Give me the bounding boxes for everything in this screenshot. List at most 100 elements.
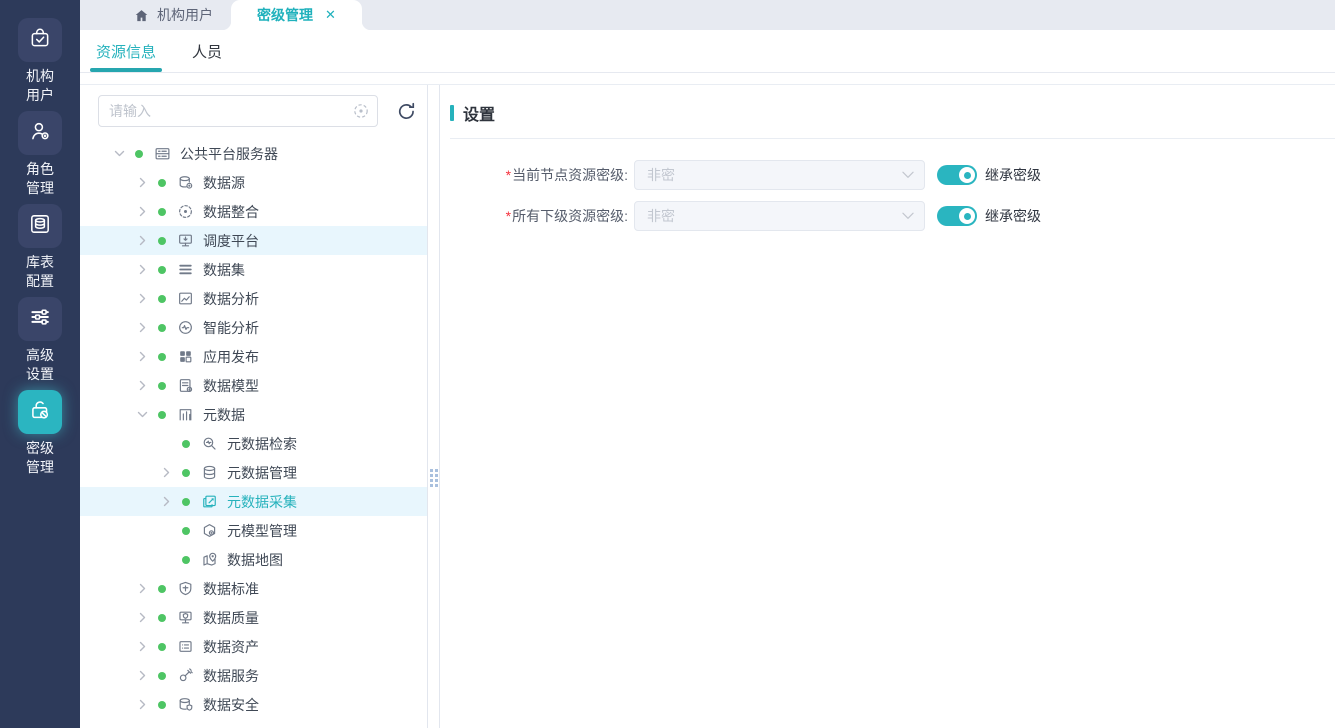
splitter-grip-icon[interactable]: [430, 469, 438, 487]
toggle-knob: [959, 167, 975, 183]
chevron-right-icon[interactable]: [133, 322, 151, 333]
settings-panel: 设置 *当前节点资源密级: 非密 继承密级 *所有下级资源密级: 非密 继承密级: [440, 85, 1335, 728]
tree-node-label: 元数据: [203, 405, 245, 425]
status-dot: [158, 382, 166, 390]
sidebar-item-security-level[interactable]: 密级 管理: [18, 390, 62, 477]
tree-node-label: 应用发布: [203, 347, 259, 367]
chevron-right-icon: [137, 293, 148, 304]
tree-node-label: 智能分析: [203, 318, 259, 338]
search-input[interactable]: [98, 95, 378, 127]
tab-security-level[interactable]: 密级管理 ✕: [231, 0, 362, 30]
tree-node[interactable]: 数据质量: [80, 603, 427, 632]
resource-tree-panel: 公共平台服务器 数据源 数据整合 调度平台 数据集 数据分析 智能分析: [80, 85, 427, 728]
chevron-down-icon: [902, 212, 914, 220]
chevron-right-icon[interactable]: [133, 699, 151, 710]
tree-node[interactable]: 数据分析: [80, 284, 427, 313]
tree-node[interactable]: 元数据检索: [80, 429, 427, 458]
sliders-icon: [28, 305, 52, 334]
tree-node[interactable]: 数据安全: [80, 690, 427, 719]
tree-node[interactable]: 公共平台服务器: [80, 139, 427, 168]
chevron-down-icon[interactable]: [133, 409, 151, 420]
tree-node[interactable]: 数据整合: [80, 197, 427, 226]
chevron-right-icon: [161, 496, 172, 507]
inherit-toggle-1[interactable]: [937, 206, 977, 226]
settings-form: *当前节点资源密级: 非密 继承密级 *所有下级资源密级: 非密 继承密级: [450, 160, 1335, 231]
tree-node[interactable]: 数据标准: [80, 574, 427, 603]
tree-node-label: 公共平台服务器: [180, 144, 278, 164]
sidebar-item-table-config[interactable]: 库表 配置: [18, 204, 62, 291]
subtab-resource-info[interactable]: 资源信息: [96, 30, 156, 72]
tree-node-label: 数据源: [203, 173, 245, 193]
chevron-right-icon[interactable]: [133, 670, 151, 681]
sidebar-item-advanced-settings[interactable]: 高级 设置: [18, 297, 62, 384]
tree-node-label: 数据资产: [203, 637, 259, 657]
tree-node[interactable]: 元数据管理: [80, 458, 427, 487]
tree-node-label: 数据集: [203, 260, 245, 280]
tree-node[interactable]: 调度平台: [80, 226, 427, 255]
sidebar-item-role-mgmt[interactable]: 角色 管理: [18, 111, 62, 198]
chevron-down-icon[interactable]: [110, 148, 128, 159]
sidebar-tile[interactable]: [18, 111, 62, 155]
field-label: *当前节点资源密级:: [450, 165, 628, 185]
chevron-right-icon[interactable]: [133, 612, 151, 623]
tree-node[interactable]: 智能分析: [80, 313, 427, 342]
locate-target-icon[interactable]: [352, 102, 370, 120]
briefcase-check-icon: [28, 26, 52, 55]
panel-splitter[interactable]: [427, 85, 440, 728]
tree-node[interactable]: 数据服务: [80, 661, 427, 690]
refresh-button[interactable]: [395, 100, 417, 122]
tree-node-label: 数据地图: [227, 550, 283, 570]
chevron-right-icon[interactable]: [133, 264, 151, 275]
tree-node[interactable]: 数据资产: [80, 632, 427, 661]
subtab-personnel[interactable]: 人员: [192, 30, 222, 72]
chevron-right-icon[interactable]: [133, 235, 151, 246]
app-root: 机构 用户 角色 管理 库表 配置 高级 设置 密级 管理 机构用户 密级管理 …: [0, 0, 1335, 728]
required-asterisk: *: [506, 208, 511, 224]
sidebar-item-org-user[interactable]: 机构 用户: [18, 18, 62, 105]
settings-title: 设置: [463, 101, 495, 125]
tree-node[interactable]: 数据集: [80, 255, 427, 284]
security-level-select-1[interactable]: 非密: [634, 201, 925, 231]
status-dot: [182, 440, 190, 448]
tree-node[interactable]: 元数据: [80, 400, 427, 429]
sidebar-tile[interactable]: [18, 204, 62, 248]
chevron-right-icon[interactable]: [133, 641, 151, 652]
status-dot: [158, 411, 166, 419]
sidebar-tile[interactable]: [18, 390, 62, 434]
close-icon[interactable]: ✕: [325, 7, 336, 23]
security-level-select-0[interactable]: 非密: [634, 160, 925, 190]
model-icon: [176, 377, 194, 395]
chevron-down-icon: [137, 409, 148, 420]
sidebar-tile[interactable]: [18, 297, 62, 341]
section-accent-bar: [450, 105, 454, 121]
chevron-right-icon[interactable]: [133, 351, 151, 362]
quality-icon: [176, 609, 194, 627]
sidebar-item-label: 密级 管理: [26, 439, 54, 477]
chevron-right-icon[interactable]: [133, 206, 151, 217]
status-dot: [158, 295, 166, 303]
tree-node[interactable]: 数据地图: [80, 545, 427, 574]
tree-node[interactable]: 数据源: [80, 168, 427, 197]
select-value: 非密: [647, 165, 675, 185]
chevron-right-icon[interactable]: [157, 467, 175, 478]
chevron-right-icon: [137, 612, 148, 623]
inherit-toggle-0[interactable]: [937, 165, 977, 185]
chevron-right-icon[interactable]: [133, 177, 151, 188]
sidebar-tile[interactable]: [18, 18, 62, 62]
sidebar-item-label: 机构 用户: [26, 67, 54, 105]
tree-node[interactable]: 应用发布: [80, 342, 427, 371]
chevron-right-icon[interactable]: [133, 380, 151, 391]
meta-search-icon: [200, 435, 218, 453]
status-dot: [182, 556, 190, 564]
tree-node[interactable]: 元数据采集: [80, 487, 427, 516]
tree-node[interactable]: 元模型管理: [80, 516, 427, 545]
tree-node-label: 数据质量: [203, 608, 259, 628]
tab-org-user[interactable]: 机构用户: [116, 0, 231, 30]
resource-tree: 公共平台服务器 数据源 数据整合 调度平台 数据集 数据分析 智能分析: [80, 139, 427, 719]
tree-node[interactable]: 数据模型: [80, 371, 427, 400]
chevron-right-icon[interactable]: [133, 293, 151, 304]
chevron-right-icon[interactable]: [157, 496, 175, 507]
status-dot: [158, 208, 166, 216]
chevron-right-icon[interactable]: [133, 583, 151, 594]
chevron-right-icon: [137, 699, 148, 710]
